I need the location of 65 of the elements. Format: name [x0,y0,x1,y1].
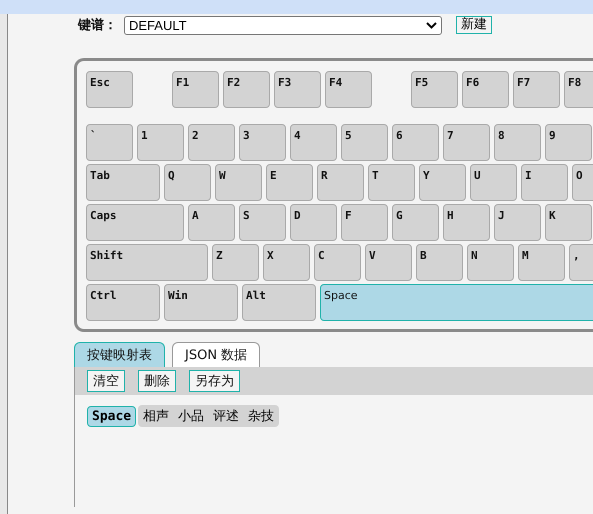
keymap-label: 键谱： [78,16,118,34]
key[interactable]: W [215,164,262,201]
chevron-icon [426,22,437,28]
key[interactable]: Z [212,244,259,281]
key[interactable]: 9 [545,124,592,161]
key[interactable]: Caps [86,204,184,241]
key[interactable]: D [290,204,337,241]
key[interactable]: Alt [242,284,316,321]
key[interactable]: O [572,164,593,201]
key[interactable]: M [518,244,565,281]
key[interactable]: R [317,164,364,201]
key[interactable]: 2 [188,124,235,161]
key[interactable]: F2 [223,71,270,108]
key[interactable]: 7 [443,124,490,161]
new-button[interactable]: 新建 [456,16,492,34]
key[interactable]: Win [164,284,238,321]
tag[interactable]: 杂技 [248,407,274,425]
key[interactable]: Tab [86,164,160,201]
key[interactable]: F4 [325,71,372,108]
key[interactable]: Ctrl [86,284,160,321]
mapped-key-chip[interactable]: Space [87,406,136,426]
key[interactable]: S [239,204,286,241]
tab[interactable]: JSON 数据 [172,342,260,367]
key[interactable]: 8 [494,124,541,161]
key[interactable]: N [467,244,514,281]
key[interactable]: Q [164,164,211,201]
key[interactable]: H [443,204,490,241]
key[interactable]: F1 [172,71,219,108]
key[interactable]: 1 [137,124,184,161]
key[interactable]: A [188,204,235,241]
key[interactable]: T [368,164,415,201]
key[interactable]: 5 [341,124,388,161]
key[interactable]: F8 [564,71,593,108]
tag[interactable]: 小品 [178,407,204,425]
key[interactable]: F7 [513,71,560,108]
key[interactable]: X [263,244,310,281]
key[interactable]: F5 [411,71,458,108]
key[interactable]: C [314,244,361,281]
keymap-select[interactable]: DEFAULT [124,16,442,34]
toolbar-button[interactable]: 清空 [87,370,125,392]
key[interactable]: B [416,244,463,281]
key[interactable]: 4 [290,124,337,161]
key[interactable]: G [392,204,439,241]
key[interactable]: K [545,204,592,241]
key[interactable]: E [266,164,313,201]
toolbar-button[interactable]: 删除 [138,370,176,392]
key[interactable]: F6 [462,71,509,108]
tag[interactable]: 评述 [213,407,240,425]
key[interactable]: J [494,204,541,241]
tab[interactable]: 按键映射表 [74,342,165,367]
key[interactable]: Shift [86,244,208,281]
key[interactable]: , [569,244,593,281]
key[interactable]: F [341,204,388,241]
key[interactable]: ` [86,124,133,161]
tag[interactable]: 相声 [143,407,170,425]
key[interactable]: 3 [239,124,286,161]
toolbar-button[interactable]: 另存为 [189,370,240,392]
key[interactable]: 6 [392,124,439,161]
key[interactable]: Y [419,164,466,201]
key[interactable]: Esc [86,71,133,108]
key[interactable]: F3 [274,71,321,108]
key[interactable]: Space [320,284,593,321]
key[interactable]: U [470,164,517,201]
key[interactable]: I [521,164,568,201]
key[interactable]: V [365,244,412,281]
